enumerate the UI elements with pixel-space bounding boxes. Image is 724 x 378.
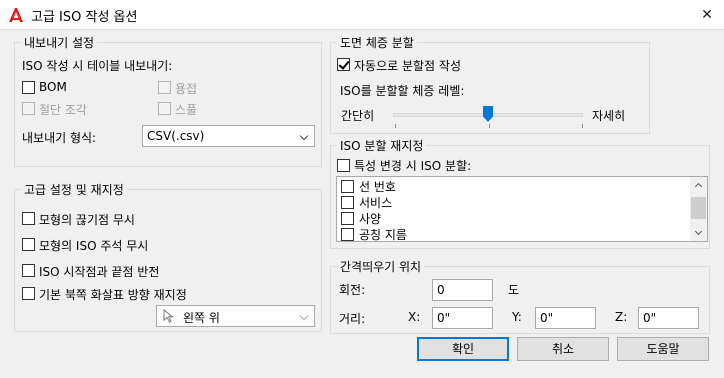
export-settings-title: 내보내기 설정: [21, 34, 98, 51]
auto-split-checkbox[interactable]: [337, 58, 350, 71]
override-north-arrow-label[interactable]: 기본 북쪽 화살표 방향 재지정: [39, 286, 187, 303]
cursor-arrow-icon: [163, 309, 174, 323]
chevron-down-icon: [296, 306, 314, 326]
help-button[interactable]: 도움말: [617, 337, 709, 361]
reverse-start-end-checkbox[interactable]: [22, 264, 35, 277]
north-arrow-value: 왼쪽 위: [183, 311, 220, 325]
cut-piece-checkbox[interactable]: [22, 102, 35, 115]
property-listbox[interactable]: 선 번호 서비스 사양 공칭 지름: [336, 176, 708, 242]
list-item-label: 선 번호: [359, 180, 396, 194]
title-bar: 고급 ISO 작성 옵션 ✕: [0, 0, 724, 30]
autocad-a-icon: [9, 8, 23, 22]
bom-checkbox[interactable]: [22, 81, 35, 94]
list-scrollbar[interactable]: [690, 177, 707, 241]
slider-tick: [395, 124, 396, 128]
scroll-up-icon[interactable]: [690, 177, 707, 194]
y-offset-input[interactable]: 0": [535, 307, 596, 329]
z-label: Z:: [615, 310, 628, 324]
spool-label[interactable]: 스풀: [175, 101, 197, 118]
spool-checkbox[interactable]: [158, 102, 171, 115]
y-label: Y:: [512, 310, 522, 324]
close-button[interactable]: ✕: [694, 2, 720, 28]
cut-piece-label[interactable]: 절단 조각: [39, 101, 87, 118]
ok-button[interactable]: 확인: [417, 337, 509, 361]
auto-split-label[interactable]: 자동으로 분할점 작성: [354, 57, 461, 74]
scroll-thumb[interactable]: [691, 197, 706, 219]
cancel-button[interactable]: 취소: [517, 337, 609, 361]
ignore-model-breaks-label[interactable]: 모형의 끊기점 무시: [39, 211, 135, 228]
distance-label: 거리:: [339, 312, 366, 326]
export-format-label: 내보내기 형식:: [22, 131, 97, 145]
list-item-checkbox[interactable]: [341, 212, 354, 225]
split-on-property-change-checkbox[interactable]: [337, 159, 350, 172]
scroll-down-icon[interactable]: [690, 224, 707, 241]
z-offset-input[interactable]: 0": [638, 307, 699, 329]
slider-tick: [582, 124, 583, 128]
export-format-value: CSV(.csv): [147, 129, 205, 143]
offset-position-title: 간격띄우기 위치: [337, 258, 425, 275]
weld-checkbox[interactable]: [158, 81, 171, 94]
bom-label[interactable]: BOM: [39, 80, 67, 94]
export-tables-caption: ISO 작성 시 테이블 내보내기:: [22, 59, 173, 73]
window-title: 고급 ISO 작성 옵션: [31, 10, 138, 25]
north-arrow-select[interactable]: 왼쪽 위: [156, 305, 315, 327]
list-item-checkbox[interactable]: [341, 180, 354, 193]
list-item-checkbox[interactable]: [341, 228, 354, 241]
list-item-label: 공칭 지름: [359, 228, 407, 242]
list-item-checkbox[interactable]: [341, 196, 354, 209]
list-item-label: 사양: [359, 212, 382, 226]
iso-split-override-title: ISO 분할 재지정: [337, 137, 427, 154]
rotation-unit: 도: [508, 283, 520, 297]
x-offset-input[interactable]: 0": [432, 307, 493, 329]
reverse-start-end-label[interactable]: ISO 시작점과 끝점 반전: [39, 263, 159, 280]
list-item-label: 서비스: [359, 196, 393, 210]
slider-max-label: 자세히: [592, 109, 626, 123]
advanced-settings-title: 고급 설정 및 재지정: [21, 181, 127, 198]
split-on-property-change-label[interactable]: 특성 변경 시 ISO 분할:: [354, 157, 471, 174]
ignore-iso-annotations-label[interactable]: 모형의 ISO 주석 무시: [39, 237, 148, 254]
rotation-label: 회전:: [339, 283, 366, 297]
override-north-arrow-checkbox[interactable]: [22, 287, 35, 300]
x-label: X:: [408, 310, 421, 324]
rotation-input[interactable]: 0: [432, 279, 493, 301]
ignore-iso-annotations-checkbox[interactable]: [22, 238, 35, 251]
slider-min-label: 간단히: [341, 109, 375, 123]
split-level-label: ISO를 분할할 체증 레벨:: [340, 84, 465, 98]
drawing-split-title: 도면 체증 분할: [337, 34, 417, 51]
chevron-down-icon: [296, 126, 314, 146]
ignore-model-breaks-checkbox[interactable]: [22, 212, 35, 225]
export-format-select[interactable]: CSV(.csv): [142, 125, 315, 147]
weld-label[interactable]: 용접: [175, 80, 197, 97]
slider-tick: [489, 124, 490, 128]
